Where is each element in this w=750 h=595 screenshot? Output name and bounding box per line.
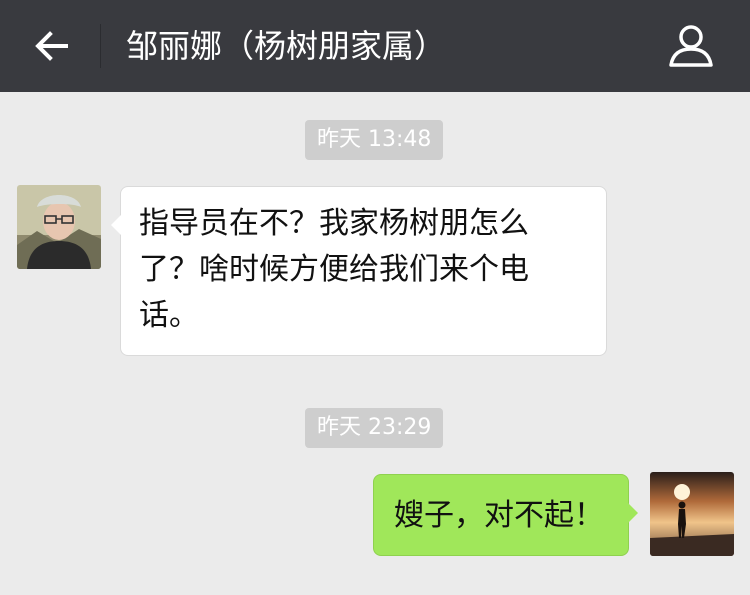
- sender-avatar[interactable]: [17, 185, 101, 269]
- message-timestamp: 昨天 13:48: [305, 120, 444, 160]
- person-icon: [669, 25, 713, 67]
- profile-button[interactable]: [664, 20, 718, 74]
- message-timestamp: 昨天 23:29: [305, 408, 444, 448]
- outgoing-message-bubble[interactable]: 嫂子，对不起！: [373, 474, 638, 556]
- message-text-line: 了？啥时候方便给我们来个电: [139, 252, 529, 287]
- back-button[interactable]: [26, 20, 78, 72]
- incoming-message-bubble[interactable]: 指导员在不？我家杨树朋怎么 了？啥时候方便给我们来个电 话。: [111, 186, 607, 356]
- title-bar: 邹丽娜（杨树朋家属）: [0, 0, 750, 92]
- own-avatar[interactable]: [650, 472, 734, 556]
- arrow-left-icon: [35, 31, 68, 61]
- title-divider: [100, 24, 101, 68]
- message-text: 嫂子，对不起！: [394, 498, 604, 533]
- message-text-line: 话。: [139, 298, 199, 333]
- chat-title: 邹丽娜（杨树朋家属）: [126, 27, 447, 65]
- message-text-line: 指导员在不？我家杨树朋怎么: [139, 206, 529, 241]
